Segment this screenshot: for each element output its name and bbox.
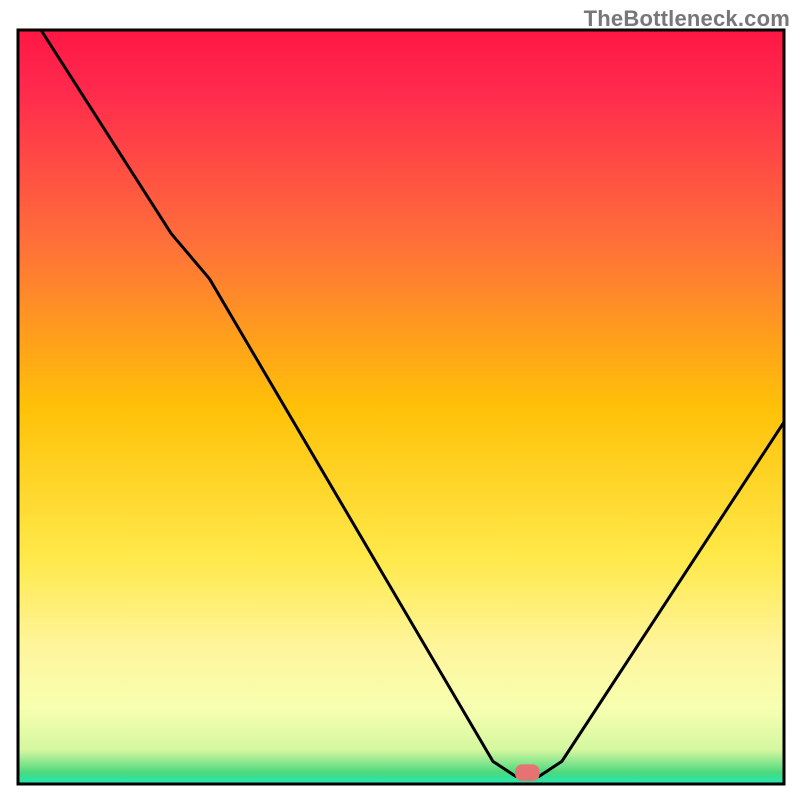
minimum-marker	[515, 764, 540, 781]
plot-area	[18, 30, 784, 784]
background-gradient	[18, 30, 784, 784]
watermark-text: TheBottleneck.com	[584, 6, 790, 32]
chart-container: TheBottleneck.com	[0, 0, 800, 800]
chart-svg	[0, 0, 800, 800]
